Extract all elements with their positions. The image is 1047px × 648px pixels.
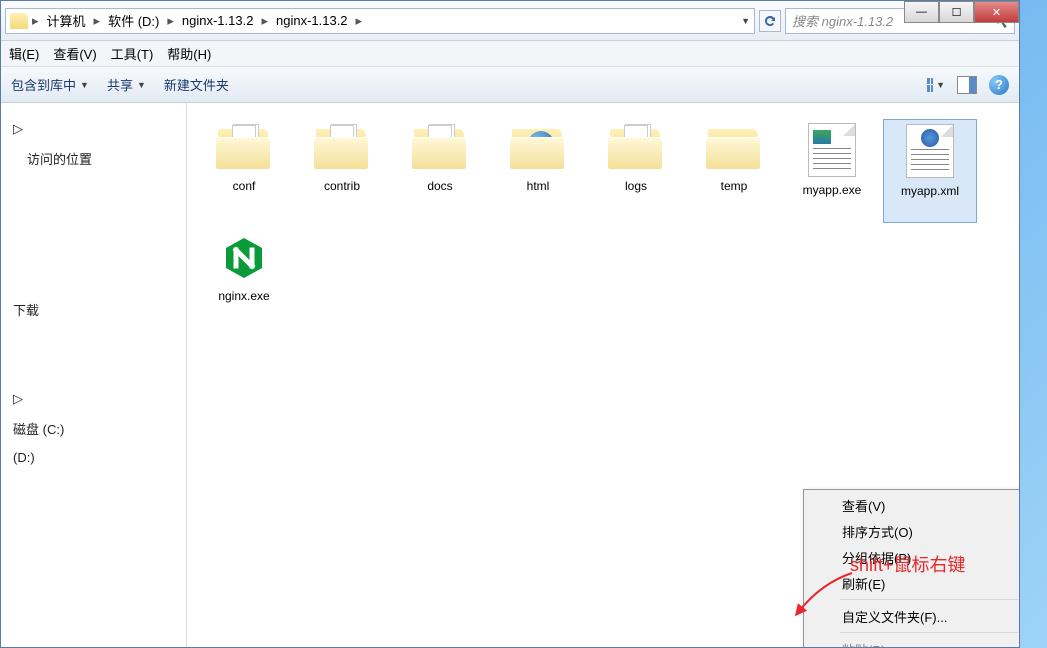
- sidebar: ▷ 访问的位置 下载 ▷ 磁盘 (C:) (D:): [1, 103, 187, 647]
- menu-separator: [840, 599, 1019, 600]
- file-label: contrib: [324, 179, 360, 195]
- menu-bar: 辑(E) 查看(V) 工具(T) 帮助(H): [1, 41, 1019, 67]
- file-item[interactable]: docs: [393, 119, 487, 223]
- menu-help[interactable]: 帮助(H): [167, 44, 211, 63]
- minimize-button[interactable]: —: [904, 1, 939, 23]
- window-controls: — ☐ ✕: [904, 1, 1019, 23]
- breadcrumb-segment[interactable]: nginx-1.13.2: [176, 13, 260, 28]
- file-label: temp: [721, 179, 748, 195]
- file-item[interactable]: myapp.xml: [883, 119, 977, 223]
- file-item[interactable]: logs: [589, 119, 683, 223]
- breadcrumb-segment[interactable]: 计算机: [41, 11, 92, 30]
- context-menu-item[interactable]: 自定义文件夹(F)...: [806, 603, 1019, 629]
- folder-icon: [410, 123, 470, 173]
- context-menu-item: 粘贴(P): [806, 636, 1019, 647]
- file-label: docs: [427, 179, 452, 195]
- exe-icon: [808, 123, 856, 177]
- toolbar: 包含到库中 ▼ 共享 ▼ 新建文件夹 ▼ ?: [1, 67, 1019, 103]
- file-label: conf: [233, 179, 256, 195]
- dropdown-icon[interactable]: ▼: [741, 16, 750, 26]
- menu-label: 查看(V): [842, 496, 885, 515]
- context-menu-item[interactable]: 排序方式(O)▶: [806, 518, 1019, 544]
- breadcrumb[interactable]: ▸ 计算机 ▸ 软件 (D:) ▸ nginx-1.13.2 ▸ nginx-1…: [5, 8, 755, 34]
- xml-icon: [906, 124, 954, 178]
- file-item[interactable]: html: [491, 119, 585, 223]
- menu-view[interactable]: 查看(V): [53, 44, 96, 63]
- breadcrumb-segment[interactable]: nginx-1.13.2: [270, 13, 354, 28]
- chevron-right-icon: ▸: [259, 13, 270, 29]
- menu-label: 排序方式(O): [842, 522, 913, 541]
- search-placeholder: 搜索 nginx-1.13.2: [792, 11, 893, 30]
- folder-icon: [214, 123, 274, 173]
- file-item[interactable]: nginx.exe: [197, 229, 291, 333]
- navigation-bar: ▸ 计算机 ▸ 软件 (D:) ▸ nginx-1.13.2 ▸ nginx-1…: [1, 1, 1019, 41]
- chevron-right-icon: ▸: [30, 13, 41, 29]
- file-label: html: [527, 179, 550, 195]
- folder-icon: [312, 123, 372, 173]
- chevron-right-icon: ▸: [354, 13, 365, 29]
- menu-label: 粘贴(P): [842, 640, 885, 648]
- folder-icon: [10, 13, 28, 29]
- file-label: myapp.exe: [803, 183, 862, 199]
- folder-icon: [704, 123, 764, 173]
- chevron-right-icon: ▸: [92, 13, 103, 29]
- menu-label: 自定义文件夹(F)...: [842, 607, 947, 626]
- chevron-right-icon: ▸: [165, 13, 176, 29]
- sidebar-item[interactable]: ▷: [9, 385, 178, 413]
- file-item[interactable]: conf: [197, 119, 291, 223]
- folder-icon: [606, 123, 666, 173]
- new-folder-button[interactable]: 新建文件夹: [164, 75, 229, 94]
- sidebar-item-recent[interactable]: 访问的位置: [9, 143, 178, 174]
- file-label: myapp.xml: [901, 184, 959, 200]
- view-options-button[interactable]: ▼: [927, 76, 945, 94]
- sidebar-item-diskd[interactable]: (D:): [9, 444, 178, 471]
- include-in-library-button[interactable]: 包含到库中 ▼: [11, 75, 89, 94]
- menu-tools[interactable]: 工具(T): [111, 44, 154, 63]
- file-item[interactable]: temp: [687, 119, 781, 223]
- close-button[interactable]: ✕: [974, 1, 1019, 23]
- sidebar-item-diskc[interactable]: 磁盘 (C:): [9, 413, 178, 444]
- menu-separator: [840, 632, 1019, 633]
- help-button[interactable]: ?: [989, 75, 1009, 95]
- folder-icon: [508, 123, 568, 173]
- sidebar-item[interactable]: ▷: [9, 115, 178, 143]
- refresh-button[interactable]: [759, 10, 781, 32]
- preview-pane-button[interactable]: [957, 76, 977, 94]
- menu-edit[interactable]: 辑(E): [9, 44, 39, 63]
- share-button[interactable]: 共享 ▼: [107, 75, 146, 94]
- nginx-icon: [219, 233, 269, 283]
- file-label: logs: [625, 179, 647, 195]
- context-menu-item[interactable]: 查看(V)▶: [806, 492, 1019, 518]
- annotation-text: shift+鼠标右键: [850, 551, 966, 577]
- file-label: nginx.exe: [218, 289, 269, 305]
- file-item[interactable]: contrib: [295, 119, 389, 223]
- breadcrumb-segment[interactable]: 软件 (D:): [102, 11, 165, 30]
- sidebar-item-downloads[interactable]: 下载: [9, 294, 178, 325]
- file-item[interactable]: myapp.exe: [785, 119, 879, 223]
- maximize-button[interactable]: ☐: [939, 1, 974, 23]
